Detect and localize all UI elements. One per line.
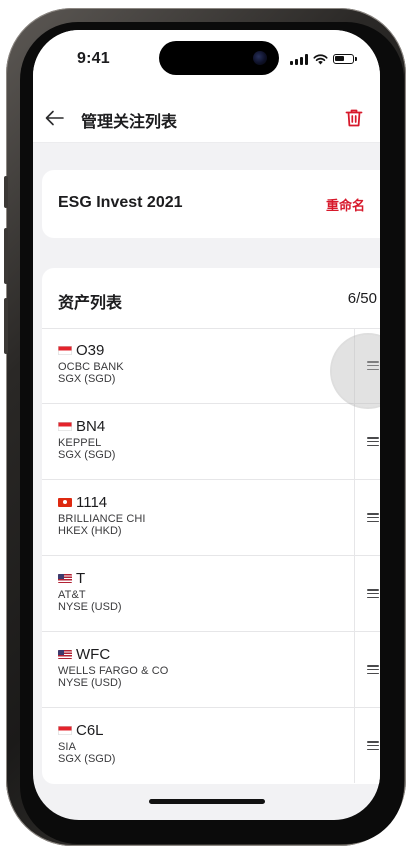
page-title: 管理关注列表 — [81, 114, 178, 131]
asset-info: T AT&T NYSE (USD) — [58, 570, 348, 613]
status-icons — [290, 52, 357, 66]
app-screen: 9:41 管理关注列表 ESG Invest 2021 重命名 资产列表 6/5… — [33, 30, 380, 820]
asset-name: SIA — [58, 741, 77, 753]
asset-exchange: HKEX (HKD) — [58, 525, 122, 537]
asset-row[interactable]: BN4 KEPPEL SGX (SGD) — [42, 404, 380, 480]
us-flag-icon — [58, 649, 72, 659]
drag-handle-icon — [367, 437, 379, 446]
asset-count: 6/50 — [347, 290, 377, 307]
asset-row[interactable]: T AT&T NYSE (USD) — [42, 556, 380, 632]
asset-list-header: 资产列表 6/50 — [42, 268, 380, 329]
asset-name: KEPPEL — [58, 437, 102, 449]
delete-watchlist-button[interactable] — [342, 106, 366, 130]
asset-row[interactable]: WFC WELLS FARGO & CO NYSE (USD) — [42, 632, 380, 708]
home-indicator — [149, 799, 265, 804]
asset-ticker: BN4 — [76, 417, 106, 435]
silent-switch — [4, 176, 8, 208]
asset-name: AT&T — [58, 589, 86, 601]
asset-info: C6L SIA SGX (SGD) — [58, 722, 348, 765]
rename-button[interactable]: 重命名 — [326, 195, 365, 214]
asset-exchange: NYSE (USD) — [58, 677, 122, 689]
asset-name: OCBC BANK — [58, 361, 124, 373]
us-flag-icon — [58, 573, 72, 583]
drag-handle-icon — [367, 589, 379, 598]
singapore-flag-icon — [58, 725, 72, 735]
asset-list-card: 资产列表 6/50 O39 OCBC BANK SGX (SGD) BN4 KE… — [42, 268, 380, 784]
reorder-handle[interactable] — [354, 556, 380, 631]
drag-handle-icon — [367, 741, 379, 750]
drag-handle-icon — [367, 513, 379, 522]
asset-exchange: SGX (SGD) — [58, 753, 116, 765]
reorder-handle[interactable] — [354, 632, 380, 707]
hong-kong-flag-icon — [58, 497, 72, 507]
asset-ticker: O39 — [76, 341, 105, 359]
asset-exchange: SGX (SGD) — [58, 449, 116, 461]
asset-exchange: SGX (SGD) — [58, 373, 116, 385]
watchlist-name: ESG Invest 2021 — [58, 194, 183, 211]
singapore-flag-icon — [58, 421, 72, 431]
asset-row[interactable]: C6L SIA SGX (SGD) — [42, 708, 380, 783]
drag-handle-icon — [367, 361, 379, 370]
asset-info: O39 OCBC BANK SGX (SGD) — [58, 342, 348, 385]
reorder-handle[interactable] — [354, 480, 380, 555]
volume-down-button — [4, 298, 8, 354]
trash-icon — [345, 109, 363, 127]
asset-name: WELLS FARGO & CO — [58, 665, 169, 677]
asset-ticker: WFC — [76, 645, 111, 663]
asset-row[interactable]: 1114 BRILLIANCE CHI HKEX (HKD) — [42, 480, 380, 556]
status-bar: 9:41 — [33, 30, 380, 94]
asset-ticker: 1114 — [76, 493, 108, 511]
arrow-left-icon — [45, 110, 64, 126]
camera-icon — [253, 51, 267, 65]
volume-up-button — [4, 228, 8, 284]
reorder-handle[interactable] — [354, 328, 380, 403]
asset-ticker: C6L — [76, 721, 104, 739]
battery-icon — [333, 54, 357, 64]
reorder-handle[interactable] — [354, 404, 380, 479]
watchlist-name-card: ESG Invest 2021 重命名 — [42, 170, 380, 238]
dynamic-island — [159, 41, 279, 75]
cellular-signal-icon — [290, 53, 308, 65]
asset-info: BN4 KEPPEL SGX (SGD) — [58, 418, 348, 461]
asset-list-title: 资产列表 — [58, 295, 123, 312]
singapore-flag-icon — [58, 345, 72, 355]
asset-exchange: NYSE (USD) — [58, 601, 122, 613]
drag-handle-icon — [367, 665, 379, 674]
asset-info: WFC WELLS FARGO & CO NYSE (USD) — [58, 646, 348, 689]
asset-row[interactable]: O39 OCBC BANK SGX (SGD) — [42, 328, 380, 404]
asset-name: BRILLIANCE CHI — [58, 513, 146, 525]
asset-info: 1114 BRILLIANCE CHI HKEX (HKD) — [58, 494, 348, 537]
nav-header: 管理关注列表 — [33, 94, 380, 142]
reorder-handle[interactable] — [354, 708, 380, 783]
asset-list: O39 OCBC BANK SGX (SGD) BN4 KEPPEL SGX (… — [42, 328, 380, 783]
status-time: 9:41 — [77, 50, 110, 67]
wifi-icon — [313, 53, 328, 64]
asset-ticker: T — [76, 569, 86, 587]
back-button[interactable] — [43, 106, 67, 130]
